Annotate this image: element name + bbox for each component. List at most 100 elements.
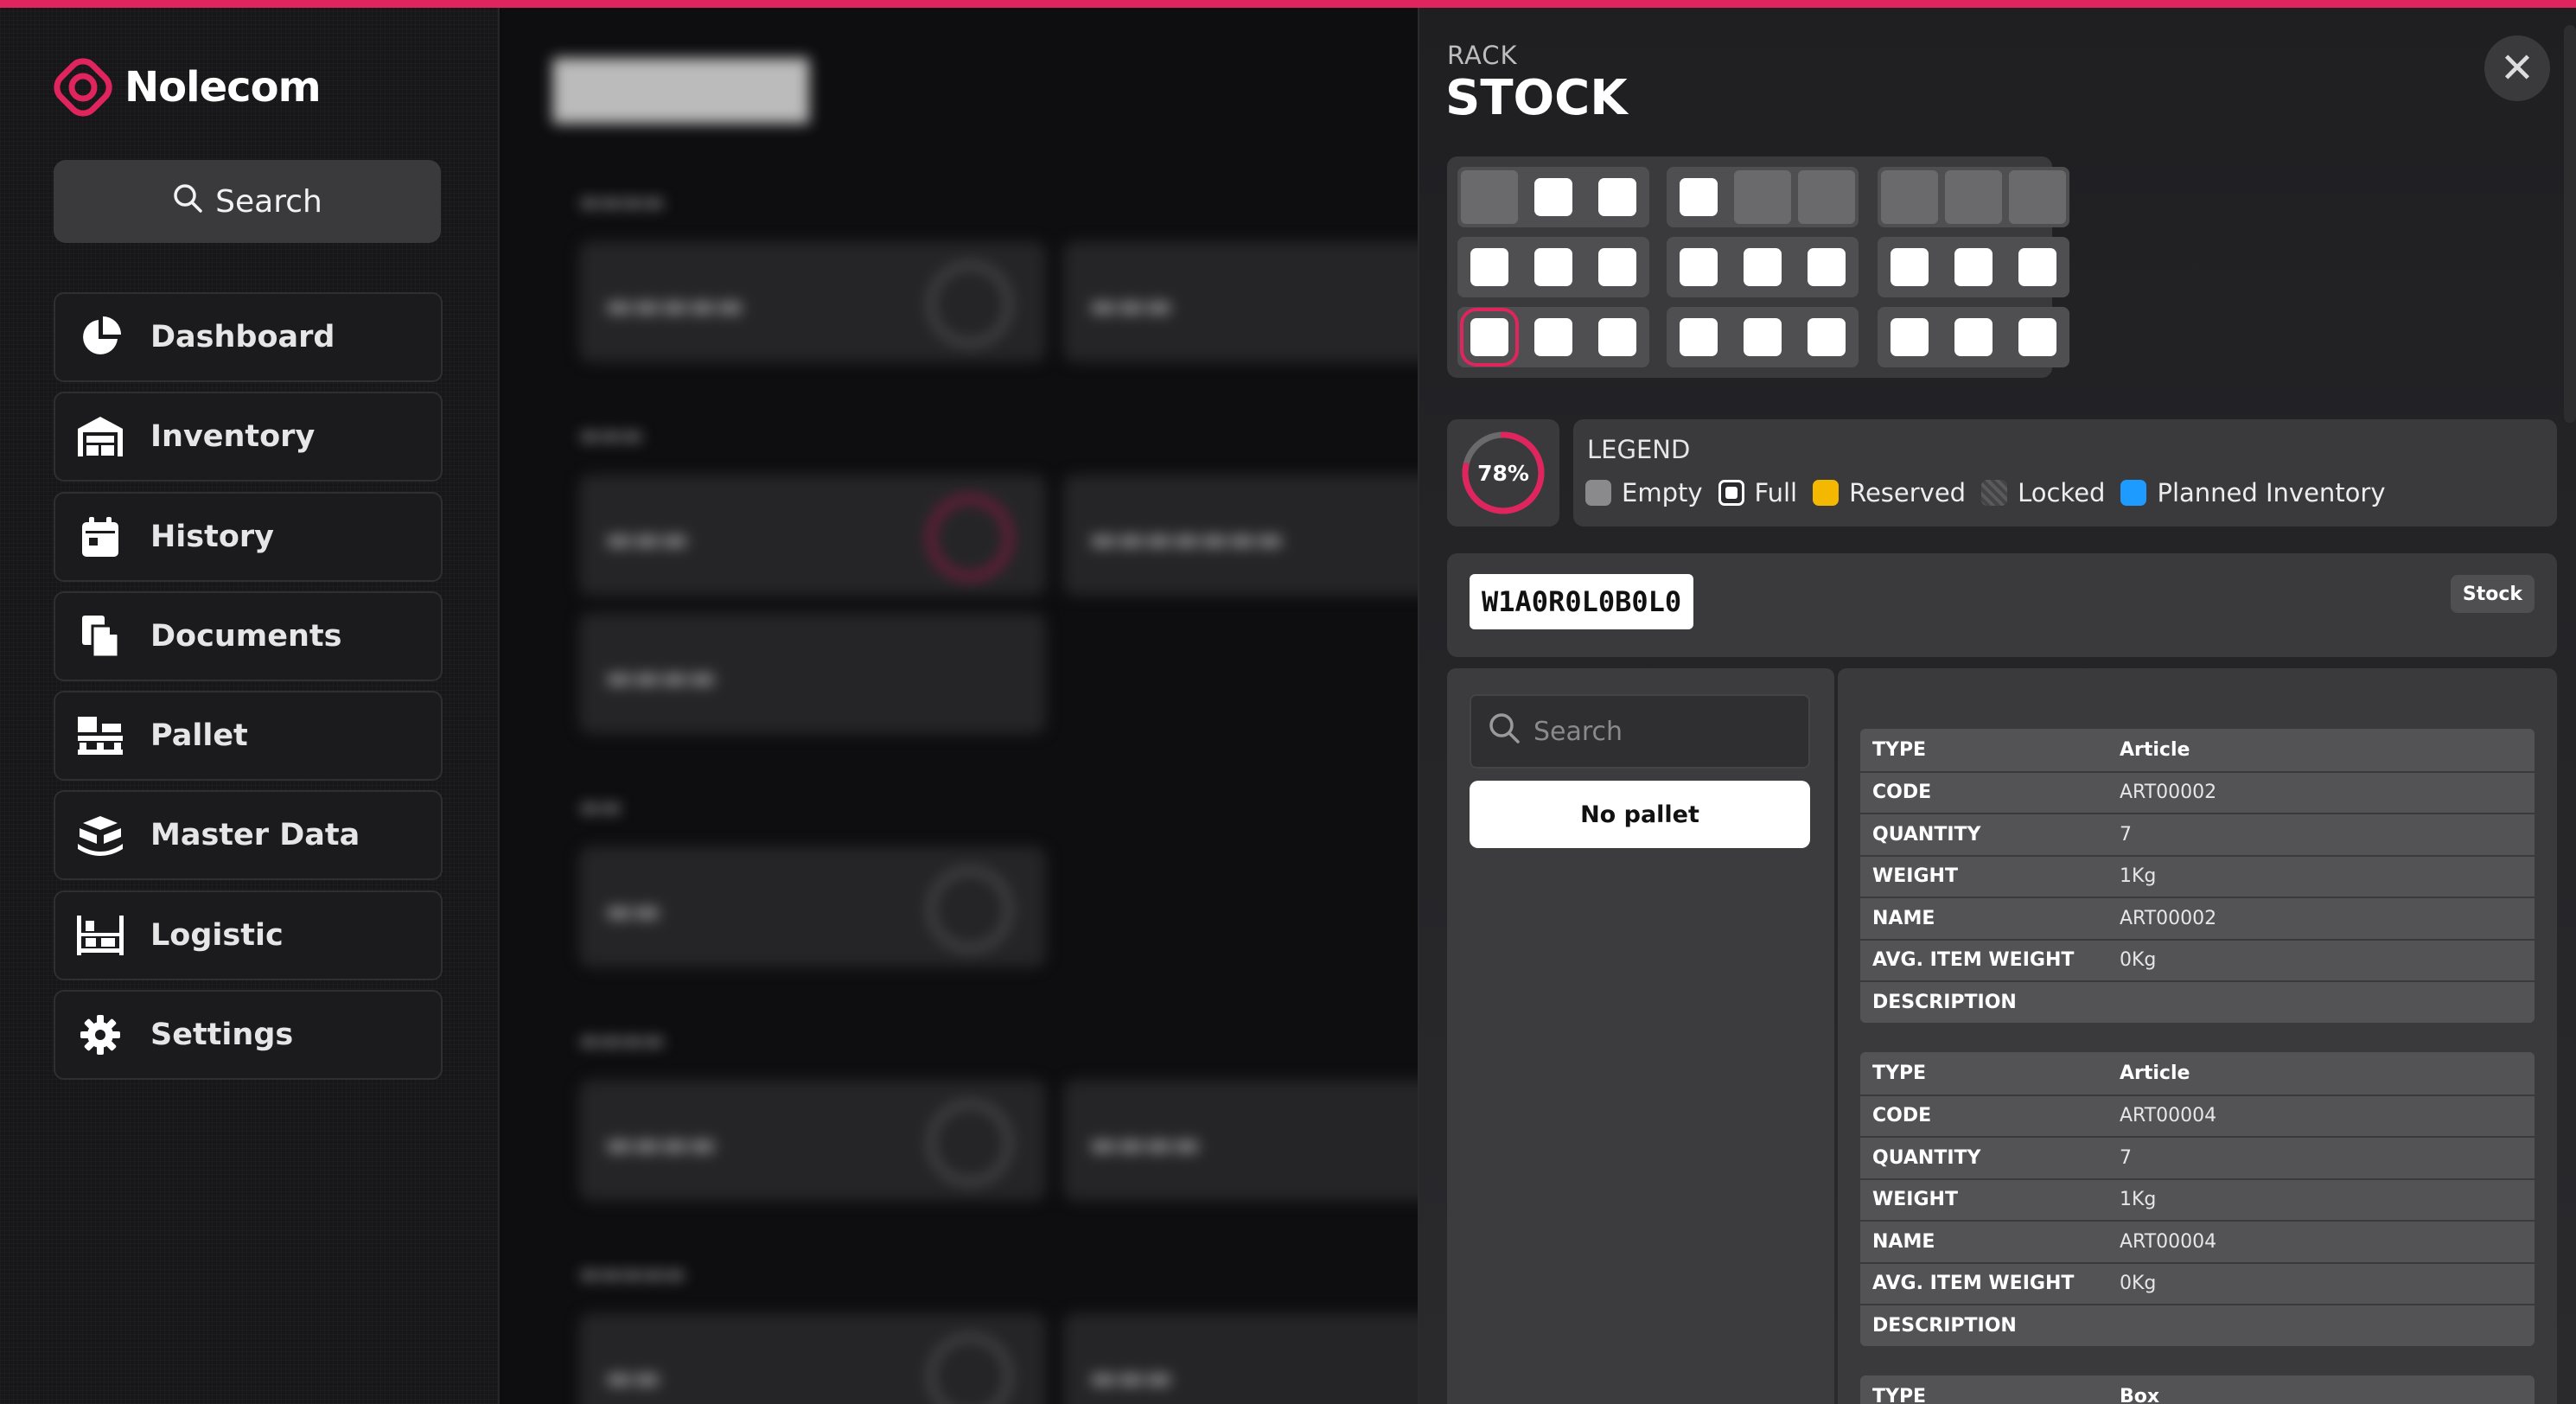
sidebar-item-pallet[interactable]: Pallet [54,691,443,782]
rack-cell-indicator [1881,170,1938,224]
record-key: CODE [1872,782,1932,804]
sidebar-item-master-data[interactable]: Master Data [54,790,443,881]
record-row: QUANTITY 7 [1860,1136,2535,1178]
item-record-table: TYPE Article CODE ART00004 QUANTITY 7 WEIGHT 1K… [1860,1052,2535,1346]
top-accent-bar [0,0,2576,8]
sidebar-item-label: Master Data [150,818,360,853]
rack-cell-indicator [1534,318,1572,356]
record-value: ART00002 [2120,907,2217,929]
planned-inventory-swatch [2120,480,2147,506]
rack-cell-full[interactable] [1942,237,2005,297]
rack-bay-group [1457,307,1649,367]
record-row: CODE ART00004 [1860,1094,2535,1137]
pallet-search-placeholder: Search [1533,716,1623,747]
record-row: QUANTITY 7 [1860,813,2535,855]
rack-cell-full[interactable] [1457,237,1521,297]
rack-bay-group [1667,167,1859,227]
item-record-table: TYPE Article CODE ART00002 QUANTITY 7 WEIGHT 1K… [1860,729,2535,1023]
record-row: NAME ART00002 [1860,897,2535,939]
rack-cell-full[interactable] [1731,237,1795,297]
pallet-search-input[interactable]: Search [1470,694,1810,769]
documents-icon [74,610,126,662]
record-value: Box [2120,1385,2160,1404]
sidebar-item-inventory[interactable]: Inventory [54,392,443,482]
panel-scrollbar[interactable] [2564,25,2576,423]
close-icon: ✕ [2499,44,2535,93]
brand-logo[interactable]: Nolecom [52,53,322,122]
sidebar-search-button[interactable]: Search [54,160,441,243]
legend-item-reserved: Reserved [1813,478,1966,507]
sidebar-item-history[interactable]: History [54,491,443,582]
rack-bay-group [1457,237,1649,297]
rack-cell-full[interactable] [1667,237,1731,297]
record-row: DESCRIPTION [1860,1304,2535,1346]
rack-cell-empty[interactable] [2005,167,2069,227]
rack-cell-indicator [1744,248,1782,286]
record-key: AVG. ITEM WEIGHT [1872,1273,2075,1295]
record-key: QUANTITY [1872,1146,1981,1169]
close-panel-button[interactable]: ✕ [2484,35,2550,101]
sidebar-item-settings[interactable]: Settings [54,990,443,1081]
rack-cell-empty[interactable] [1878,167,1942,227]
record-value: Article [2120,1062,2190,1084]
rack-cell-full[interactable] [1585,237,1649,297]
sidebar-item-logistic[interactable]: Logistic [54,890,443,980]
warehouse-icon [74,411,126,463]
rack-cell-full[interactable] [1795,237,1859,297]
rack-cell-indicator [2009,170,2066,224]
rack-bay-group [1667,307,1859,367]
record-key: WEIGHT [1872,865,1958,888]
rack-cell-full[interactable] [1878,307,1942,367]
rack-bay-group [1878,307,2069,367]
record-row: WEIGHT 1Kg [1860,1177,2535,1221]
reserved-swatch [1813,480,1840,506]
rack-cell-indicator [2018,248,2056,286]
legend-title: LEGEND [1587,435,1691,464]
rack-cell-full[interactable] [2005,307,2069,367]
rack-cell-full[interactable] [1942,307,2005,367]
record-row: TYPE Article [1860,1052,2535,1094]
occupancy-value: 78% [1477,460,1529,486]
sidebar-item-dashboard[interactable]: Dashboard [54,292,443,382]
sidebar-item-label: Logistic [150,917,284,953]
rack-cell-empty[interactable] [1942,167,2005,227]
rack-cell-full[interactable] [1667,167,1731,227]
rack-cell-full[interactable] [1731,307,1795,367]
rack-cell-empty[interactable] [1731,167,1795,227]
record-row: AVG. ITEM WEIGHT 0Kg [1860,938,2535,981]
sidebar-item-documents[interactable]: Documents [54,590,443,681]
rack-cell-full[interactable] [1521,307,1585,367]
blurred-dashboard: ██████ ▬▬▬▬ ▬▬▬▬▬ ▬▬▬ ▬▬▬ ▬▬▬ ▬▬▬▬▬▬▬ ▬▬… [501,8,1418,1404]
legend-item-planned-inventory: Planned Inventory [2120,478,2386,507]
record-row: NAME ART00004 [1860,1220,2535,1262]
no-pallet-button[interactable]: No pallet [1470,781,1810,848]
rack-bay-group [1457,167,1649,227]
rack-cell-full[interactable] [1585,307,1649,367]
search-icon [1487,711,1521,752]
rack-cell-full[interactable] [1667,307,1731,367]
rack-cell-full[interactable] [1457,307,1521,367]
record-key: QUANTITY [1872,823,1981,846]
rack-cell-indicator [1734,170,1791,224]
empty-swatch [1585,480,1611,506]
rack-cell-full[interactable] [1795,307,1859,367]
rack-cell-empty[interactable] [1795,167,1859,227]
record-value: 0Kg [2120,949,2157,972]
rack-cell-full[interactable] [2005,237,2069,297]
rack-cell-indicator [1891,248,1929,286]
record-row: WEIGHT 1Kg [1860,854,2535,897]
record-key: DESCRIPTION [1872,991,2017,1013]
rack-cell-empty[interactable] [1457,167,1521,227]
record-value: 0Kg [2120,1273,2157,1295]
rack-cell-full[interactable] [1878,237,1942,297]
legend-item-locked: Locked [1981,478,2105,507]
record-key: NAME [1872,907,1935,929]
rack-cell-full[interactable] [1585,167,1649,227]
rack-cell-full[interactable] [1521,237,1585,297]
rack-cell-full[interactable] [1521,167,1585,227]
record-row: TYPE Article [1860,729,2535,771]
record-row: CODE ART00002 [1860,770,2535,814]
rack-bay-group [1878,167,2069,227]
rack-bay-group [1667,237,1859,297]
rack-cell-indicator [1808,248,1846,286]
